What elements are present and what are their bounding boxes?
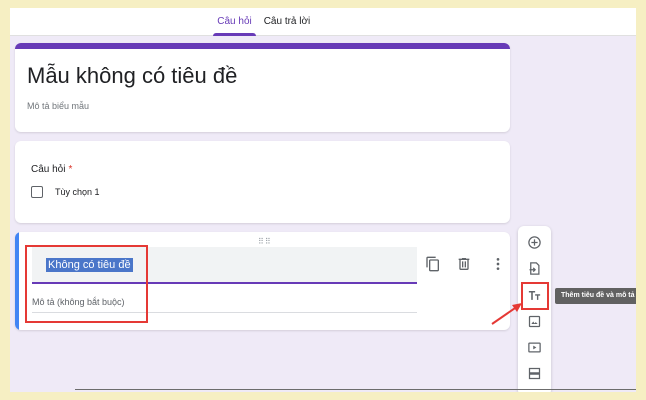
pointer-arrow-icon bbox=[491, 303, 522, 325]
tooltip-add-title: Thêm tiêu đề và mô tả bbox=[555, 288, 636, 304]
top-tab-bar: Câu hỏi Câu trả lời bbox=[10, 8, 636, 36]
form-title[interactable]: Mẫu không có tiêu đề bbox=[27, 63, 237, 89]
accent-strip bbox=[15, 43, 510, 49]
option-1-label: Tùy chọn 1 bbox=[55, 187, 100, 197]
highlight-box-title bbox=[25, 245, 148, 323]
question-label: Câu hỏi * bbox=[31, 164, 72, 175]
add-question-icon[interactable] bbox=[526, 234, 543, 251]
divider bbox=[75, 389, 636, 390]
checkbox-option-1[interactable] bbox=[31, 186, 43, 198]
tab-responses[interactable]: Câu trả lời bbox=[262, 8, 312, 36]
add-section-icon[interactable] bbox=[526, 365, 543, 382]
more-vert-icon[interactable] bbox=[490, 256, 506, 272]
import-questions-icon[interactable] bbox=[526, 260, 543, 277]
copy-icon[interactable] bbox=[425, 256, 441, 272]
trash-icon[interactable] bbox=[456, 256, 472, 272]
add-video-icon[interactable] bbox=[526, 339, 543, 356]
tab-questions[interactable]: Câu hỏi bbox=[213, 8, 256, 36]
add-image-icon[interactable] bbox=[526, 313, 543, 330]
question-text: Câu hỏi bbox=[31, 164, 66, 175]
drag-handle-icon[interactable]: ⠿⠿ bbox=[258, 237, 272, 246]
app-frame: Câu hỏi Câu trả lời Mẫu không có tiêu đề… bbox=[10, 8, 636, 392]
form-description-field[interactable]: Mô tả biểu mẫu bbox=[27, 101, 89, 111]
required-asterisk: * bbox=[68, 164, 73, 175]
question-content: Câu hỏi * Tùy chọn 1 bbox=[15, 141, 510, 223]
active-card-indicator bbox=[15, 232, 19, 330]
